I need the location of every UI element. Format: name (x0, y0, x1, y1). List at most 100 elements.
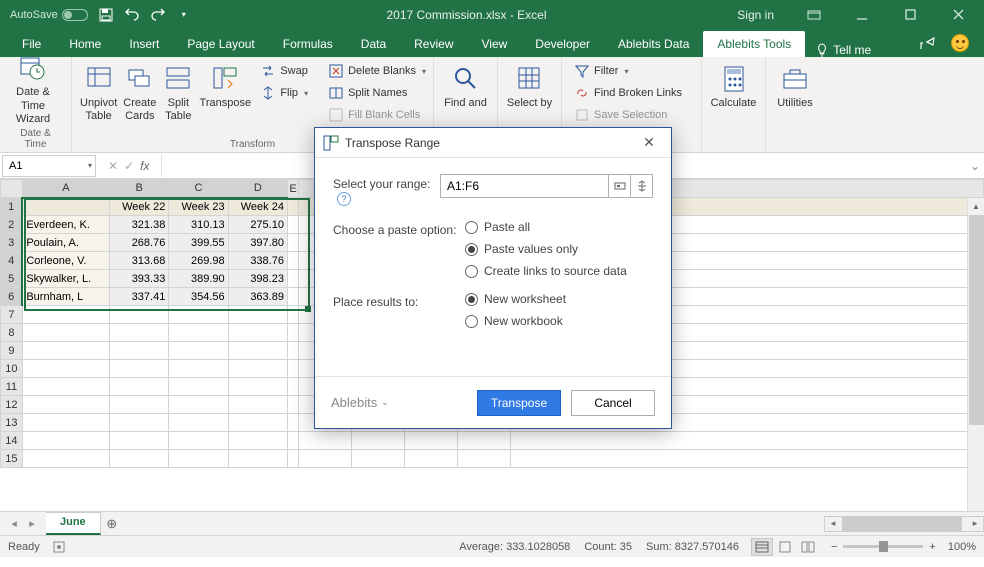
zoom-level[interactable]: 100% (948, 541, 976, 553)
normal-view-icon[interactable] (751, 538, 773, 556)
col-header-D[interactable]: D (228, 180, 287, 198)
transpose-button[interactable]: Transpose (200, 61, 250, 110)
minimize-icon[interactable] (842, 1, 882, 29)
tab-insert[interactable]: Insert (115, 31, 173, 57)
help-icon[interactable]: ? (337, 192, 351, 206)
cancel-formula-icon[interactable]: ✕ (108, 159, 118, 173)
feedback-smiley-icon[interactable] (944, 29, 976, 57)
flip-button[interactable]: Flip▾ (256, 83, 312, 103)
fill-blank-button[interactable]: Fill Blank Cells (324, 105, 430, 125)
cell[interactable]: 338.76 (228, 252, 287, 270)
split-names-button[interactable]: Split Names (324, 83, 430, 103)
undo-icon[interactable] (120, 3, 144, 27)
select-all-corner[interactable] (1, 180, 23, 198)
page-layout-view-icon[interactable] (774, 538, 796, 556)
cell[interactable]: 354.56 (169, 288, 228, 306)
cell[interactable]: 399.55 (169, 234, 228, 252)
row-header[interactable]: 1 (1, 198, 23, 216)
range-input[interactable] (440, 174, 609, 198)
cell[interactable]: 393.33 (110, 270, 169, 288)
horizontal-scrollbar[interactable]: ◂▸ (824, 516, 984, 532)
macro-record-icon[interactable] (52, 540, 66, 554)
cell[interactable]: 321.38 (110, 216, 169, 234)
tab-ablebits-data[interactable]: Ablebits Data (604, 31, 703, 57)
create-cards-button[interactable]: Create Cards (123, 61, 156, 123)
cell[interactable]: Skywalker, L. (22, 270, 109, 288)
fx-icon[interactable]: fx (140, 159, 149, 173)
cell[interactable]: Burnham, L (22, 288, 109, 306)
cell[interactable]: Week 22 (110, 198, 169, 216)
row-header[interactable]: 2 (1, 216, 23, 234)
close-icon[interactable] (938, 1, 978, 29)
signin-link[interactable]: Sign in (737, 8, 786, 22)
row-header[interactable]: 10 (1, 360, 23, 378)
cell[interactable]: Week 24 (228, 198, 287, 216)
row-header[interactable]: 8 (1, 324, 23, 342)
row-header[interactable]: 7 (1, 306, 23, 324)
cell[interactable]: 398.23 (228, 270, 287, 288)
split-table-button[interactable]: Split Table (162, 61, 194, 123)
col-header-A[interactable]: A (22, 180, 109, 198)
row-header[interactable]: 4 (1, 252, 23, 270)
add-sheet-button[interactable]: ⊕ (101, 516, 123, 532)
row-header[interactable]: 9 (1, 342, 23, 360)
cell[interactable]: 363.89 (228, 288, 287, 306)
row-header[interactable]: 6 (1, 288, 23, 306)
row-header[interactable]: 13 (1, 414, 23, 432)
radio-paste-paste-all[interactable]: Paste all (465, 220, 627, 234)
sheet-tab-june[interactable]: June (46, 512, 101, 535)
tellme-search[interactable]: Tell me (805, 43, 881, 57)
tab-data[interactable]: Data (347, 31, 400, 57)
cell[interactable]: Poulain, A. (22, 234, 109, 252)
cell[interactable]: 389.90 (169, 270, 228, 288)
save-icon[interactable] (94, 3, 118, 27)
unpivot-button[interactable]: Unpivot Table (80, 61, 117, 123)
cell[interactable]: 337.41 (110, 288, 169, 306)
qat-dropdown-icon[interactable]: ▾ (172, 3, 196, 27)
zoom-out-icon[interactable]: − (831, 541, 837, 553)
row-header[interactable]: 3 (1, 234, 23, 252)
row-header[interactable]: 11 (1, 378, 23, 396)
tab-formulas[interactable]: Formulas (269, 31, 347, 57)
radio-paste-create-links-to-source-data[interactable]: Create links to source data (465, 264, 627, 278)
cell[interactable]: 268.76 (110, 234, 169, 252)
row-header[interactable]: 14 (1, 432, 23, 450)
share-icon[interactable] (912, 29, 944, 57)
expand-range-icon[interactable] (631, 174, 653, 198)
row-header[interactable]: 5 (1, 270, 23, 288)
zoom-in-icon[interactable]: + (929, 541, 935, 553)
sheet-nav[interactable]: ◂▸ (0, 517, 46, 530)
cell[interactable]: 275.10 (228, 216, 287, 234)
vertical-scrollbar[interactable]: ▲ (967, 198, 984, 511)
row-header[interactable]: 12 (1, 396, 23, 414)
radio-place-new-worksheet[interactable]: New worksheet (465, 292, 566, 306)
tab-home[interactable]: Home (55, 31, 115, 57)
ablebits-brand[interactable]: Ablebits⌄ (331, 395, 389, 410)
tab-view[interactable]: View (468, 31, 522, 57)
cell[interactable]: Week 23 (169, 198, 228, 216)
col-header-E[interactable]: E (287, 180, 298, 198)
cell[interactable]: 310.13 (169, 216, 228, 234)
cell[interactable]: 313.68 (110, 252, 169, 270)
cell[interactable]: Corleone, V. (22, 252, 109, 270)
transpose-ok-button[interactable]: Transpose (477, 390, 561, 416)
datetime-wizard-button[interactable]: Date & Time Wizard (8, 50, 58, 126)
tab-page-layout[interactable]: Page Layout (173, 31, 268, 57)
swap-button[interactable]: Swap (256, 61, 312, 81)
maximize-icon[interactable] (890, 1, 930, 29)
cancel-button[interactable]: Cancel (571, 390, 655, 416)
tab-ablebits-tools[interactable]: Ablebits Tools (703, 31, 805, 57)
col-header-C[interactable]: C (169, 180, 228, 198)
cell[interactable] (22, 198, 109, 216)
radio-place-new-workbook[interactable]: New workbook (465, 314, 566, 328)
name-box[interactable]: A1▾ (2, 155, 96, 177)
delete-blanks-button[interactable]: Delete Blanks▾ (324, 61, 430, 81)
findand-button[interactable]: Find and (442, 61, 489, 110)
radio-paste-paste-values-only[interactable]: Paste values only (465, 242, 627, 256)
cell[interactable]: 269.98 (169, 252, 228, 270)
col-header-B[interactable]: B (110, 180, 169, 198)
pagebreak-view-icon[interactable] (797, 538, 819, 556)
selectby-button[interactable]: Select by (506, 61, 553, 110)
save-selection-button[interactable]: Save Selection (570, 105, 686, 125)
redo-icon[interactable] (146, 3, 170, 27)
